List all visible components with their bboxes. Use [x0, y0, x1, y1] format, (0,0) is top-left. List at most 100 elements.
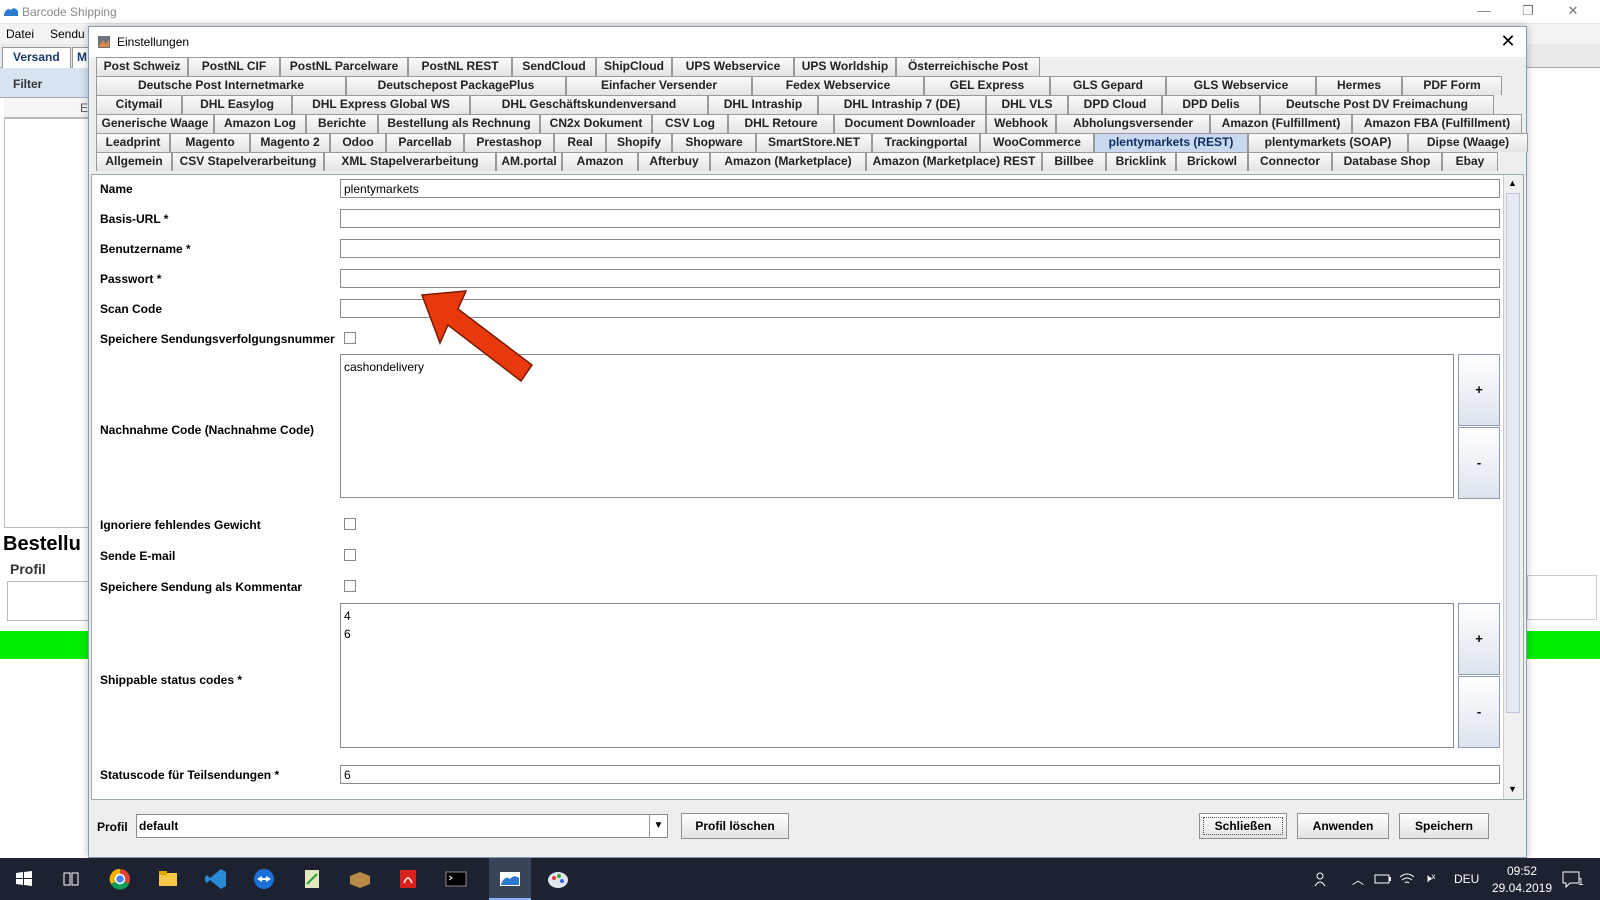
- close-button[interactable]: Schließen: [1199, 813, 1287, 839]
- dropdown-arrow-icon[interactable]: ▼: [649, 815, 667, 837]
- profil-select[interactable]: default ▼: [136, 814, 668, 838]
- tab-shipcloud[interactable]: ShipCloud: [596, 57, 672, 76]
- battery-icon[interactable]: [1374, 872, 1392, 886]
- tab-shopify[interactable]: Shopify: [606, 133, 672, 152]
- tab-bestellung-als-rechnung[interactable]: Bestellung als Rechnung: [378, 114, 540, 133]
- file-explorer-icon[interactable]: [153, 864, 183, 894]
- tab-abholungsversender[interactable]: Abholungsversender: [1056, 114, 1210, 133]
- vertical-scrollbar[interactable]: ▲ ▼: [1503, 175, 1523, 799]
- tab-post-schweiz[interactable]: Post Schweiz: [96, 57, 188, 76]
- tab-afterbuy[interactable]: Afterbuy: [638, 152, 710, 171]
- tab-amazon-fba-fulfillment[interactable]: Amazon FBA (Fulfillment): [1352, 114, 1522, 133]
- menu-datei[interactable]: Datei: [6, 27, 34, 41]
- tab-real[interactable]: Real: [554, 133, 606, 152]
- baseurl-input[interactable]: [340, 209, 1500, 228]
- app-close-icon[interactable]: ✕: [1553, 0, 1593, 24]
- tab-dhl-geschäftskundenversand[interactable]: DHL Geschäftskundenversand: [470, 95, 708, 114]
- terminal-icon[interactable]: [441, 864, 471, 894]
- save-tracking-checkbox[interactable]: [344, 332, 356, 344]
- tab-plentymarkets-rest[interactable]: plentymarkets (REST): [1094, 133, 1248, 152]
- tab-dhl-express-global-ws[interactable]: DHL Express Global WS: [292, 95, 470, 114]
- tab-hermes[interactable]: Hermes: [1316, 76, 1402, 95]
- language-indicator[interactable]: DEU: [1454, 872, 1479, 886]
- tab-amazon-fulfillment[interactable]: Amazon (Fulfillment): [1210, 114, 1352, 133]
- name-input[interactable]: [340, 179, 1500, 198]
- tab-cn2x-dokument[interactable]: CN2x Dokument: [540, 114, 652, 133]
- save-button[interactable]: Speichern: [1399, 813, 1489, 839]
- tab-dpd-delis[interactable]: DPD Delis: [1162, 95, 1260, 114]
- tab-amazon-log[interactable]: Amazon Log: [214, 114, 306, 133]
- scroll-thumb[interactable]: [1506, 193, 1520, 713]
- tab-deutsche-post-dv-freimachung[interactable]: Deutsche Post DV Freimachung: [1260, 95, 1494, 114]
- tab-leadprint[interactable]: Leadprint: [96, 133, 170, 152]
- barcode-shipping-icon[interactable]: [495, 864, 525, 894]
- tab-amazon-marketplace-rest[interactable]: Amazon (Marketplace) REST: [866, 152, 1042, 171]
- tab-am-portal[interactable]: AM.portal: [496, 152, 562, 171]
- username-input[interactable]: [340, 239, 1500, 258]
- tab-deutsche-post-internetmarke[interactable]: Deutsche Post Internetmarke: [96, 76, 346, 95]
- list-item[interactable]: 6: [344, 625, 1450, 643]
- tab-generische-waage[interactable]: Generische Waage: [96, 114, 214, 133]
- windows-start-icon[interactable]: [9, 864, 39, 894]
- tab-österreichische-post[interactable]: Österreichische Post: [896, 57, 1040, 76]
- tab-csv-log[interactable]: CSV Log: [652, 114, 728, 133]
- acrobat-icon[interactable]: [393, 864, 423, 894]
- tab-dhl-retoure[interactable]: DHL Retoure: [728, 114, 834, 133]
- tab-gls-gepard[interactable]: GLS Gepard: [1050, 76, 1166, 95]
- save-comment-checkbox[interactable]: [344, 580, 356, 592]
- tab-fedex-webservice[interactable]: Fedex Webservice: [752, 76, 924, 95]
- tab-magento-2[interactable]: Magento 2: [250, 133, 330, 152]
- tab-smartstore-net[interactable]: SmartStore.NET: [756, 133, 872, 152]
- menu-sendungen[interactable]: Sendu: [50, 27, 85, 41]
- tab-brickowl[interactable]: Brickowl: [1176, 152, 1248, 171]
- clock-time[interactable]: 09:52: [1500, 864, 1544, 878]
- tab-ebay[interactable]: Ebay: [1442, 152, 1498, 171]
- tab-dhl-easylog[interactable]: DHL Easylog: [182, 95, 292, 114]
- tab-csv-stapelverarbeitung[interactable]: CSV Stapelverarbeitung: [172, 152, 324, 171]
- tab-dipse-waage[interactable]: Dipse (Waage): [1408, 133, 1528, 152]
- partial-status-input[interactable]: [340, 765, 1500, 784]
- tab-gel-express[interactable]: GEL Express: [924, 76, 1050, 95]
- tab-magento[interactable]: Magento: [170, 133, 250, 152]
- paint-icon[interactable]: [543, 864, 573, 894]
- tab-billbee[interactable]: Billbee: [1042, 152, 1106, 171]
- status-codes-remove-button[interactable]: -: [1458, 676, 1500, 748]
- tab-woocommerce[interactable]: WooCommerce: [980, 133, 1094, 152]
- scroll-up-icon[interactable]: ▲: [1508, 178, 1517, 188]
- people-icon[interactable]: [1312, 870, 1330, 888]
- ignore-weight-checkbox[interactable]: [344, 518, 356, 530]
- minimize-icon[interactable]: —: [1464, 0, 1504, 24]
- tab-dhl-intraship-7-de[interactable]: DHL Intraship 7 (DE): [818, 95, 986, 114]
- tab-postnl-parcelware[interactable]: PostNL Parcelware: [280, 57, 408, 76]
- tab-database-shop[interactable]: Database Shop: [1332, 152, 1442, 171]
- tab-postnl-cif[interactable]: PostNL CIF: [188, 57, 280, 76]
- tab-sendcloud[interactable]: SendCloud: [512, 57, 596, 76]
- filter-label[interactable]: Filter: [13, 77, 42, 91]
- tab-einfacher-versender[interactable]: Einfacher Versender: [566, 76, 752, 95]
- vscode-icon[interactable]: [201, 864, 231, 894]
- tab-connector[interactable]: Connector: [1248, 152, 1332, 171]
- tab-dhl-intraship[interactable]: DHL Intraship: [708, 95, 818, 114]
- password-input[interactable]: [340, 269, 1500, 288]
- cod-add-button[interactable]: +: [1458, 354, 1500, 426]
- delete-profile-button[interactable]: Profil löschen: [681, 813, 789, 839]
- notepad-icon[interactable]: [297, 864, 327, 894]
- tab-trackingportal[interactable]: Trackingportal: [872, 133, 980, 152]
- scroll-down-icon[interactable]: ▼: [1508, 784, 1517, 794]
- tab-prestashop[interactable]: Prestashop: [464, 133, 554, 152]
- tab-parcellab[interactable]: Parcellab: [386, 133, 464, 152]
- tab-xml-stapelverarbeitung[interactable]: XML Stapelverarbeitung: [324, 152, 496, 171]
- tab-amazon-marketplace[interactable]: Amazon (Marketplace): [710, 152, 866, 171]
- tab-ups-webservice[interactable]: UPS Webservice: [672, 57, 794, 76]
- send-email-checkbox[interactable]: [344, 549, 356, 561]
- task-view-icon[interactable]: [56, 864, 86, 894]
- tab-citymail[interactable]: Citymail: [96, 95, 182, 114]
- dialog-close-icon[interactable]: ✕: [1495, 30, 1521, 54]
- restore-icon[interactable]: ❐: [1508, 0, 1548, 24]
- tab-webhook[interactable]: Webhook: [986, 114, 1056, 133]
- tab-document-downloader[interactable]: Document Downloader: [834, 114, 986, 133]
- chevron-up-icon[interactable]: ︿: [1352, 871, 1364, 888]
- volume-muted-icon[interactable]: 🕨ˣ: [1424, 871, 1436, 886]
- tab-berichte[interactable]: Berichte: [306, 114, 378, 133]
- teamviewer-icon[interactable]: [249, 864, 279, 894]
